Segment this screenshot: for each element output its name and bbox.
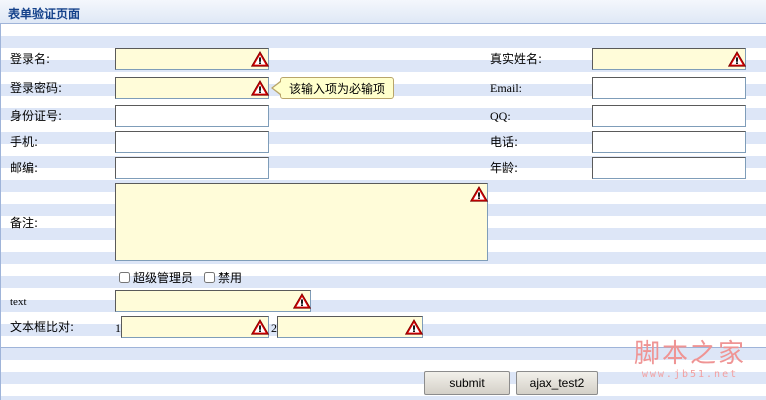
warning-icon <box>251 319 269 335</box>
watermark-url: www.jb51.net <box>641 369 739 380</box>
tooltip-text: 该输入项为必输项 <box>289 82 386 96</box>
compare-label: 文本框比对: <box>10 320 75 334</box>
watermark-brand: 脚本之家 <box>633 339 746 369</box>
warning-icon <box>470 186 488 202</box>
phone-input[interactable] <box>592 131 746 153</box>
id-number-label: 身份证号: <box>10 109 63 123</box>
compare-input-2[interactable] <box>277 316 423 338</box>
frame-border <box>0 24 1 400</box>
super-admin-checkbox[interactable] <box>119 272 130 283</box>
mobile-input[interactable] <box>115 131 269 153</box>
login-password-input[interactable] <box>115 77 269 99</box>
tooltip-arrow-fill <box>273 82 281 94</box>
text-field-label: text <box>10 296 27 308</box>
phone-label: 电话: <box>490 135 519 149</box>
text-field-input[interactable] <box>115 290 311 312</box>
compare-input-1[interactable] <box>121 316 269 338</box>
submit-button[interactable]: submit <box>424 371 510 395</box>
real-name-input[interactable] <box>592 48 746 70</box>
real-name-label: 真实姓名: <box>490 52 543 66</box>
super-admin-label: 超级管理员 <box>133 271 194 285</box>
login-password-label: 登录密码: <box>10 81 63 95</box>
warning-icon <box>251 51 269 67</box>
qq-input[interactable] <box>592 105 746 127</box>
postcode-label: 邮编: <box>10 161 39 175</box>
login-name-input[interactable] <box>115 48 269 70</box>
warning-icon <box>251 80 269 96</box>
age-label: 年龄: <box>490 161 519 175</box>
postcode-input[interactable] <box>115 157 269 179</box>
required-tooltip: 该输入项为必输项 <box>280 77 395 99</box>
remark-label: 备注: <box>10 216 39 230</box>
ajax-test-button[interactable]: ajax_test2 <box>516 371 598 395</box>
warning-icon <box>405 319 423 335</box>
watermark: 脚本之家 www.jb51.net <box>634 339 746 381</box>
page-title: 表单验证页面 <box>8 7 81 21</box>
email-input[interactable] <box>592 77 746 99</box>
warning-icon <box>293 293 311 309</box>
warning-icon <box>728 51 746 67</box>
title-bar: 表单验证页面 <box>0 0 766 24</box>
login-name-label: 登录名: <box>10 52 51 66</box>
disabled-label: 禁用 <box>218 271 243 285</box>
id-number-input[interactable] <box>115 105 269 127</box>
qq-label: QQ: <box>490 109 511 123</box>
mobile-label: 手机: <box>10 135 39 149</box>
disabled-checkbox[interactable] <box>204 272 215 283</box>
remark-textarea[interactable] <box>115 183 488 261</box>
email-label: Email: <box>490 81 522 95</box>
age-input[interactable] <box>592 157 746 179</box>
